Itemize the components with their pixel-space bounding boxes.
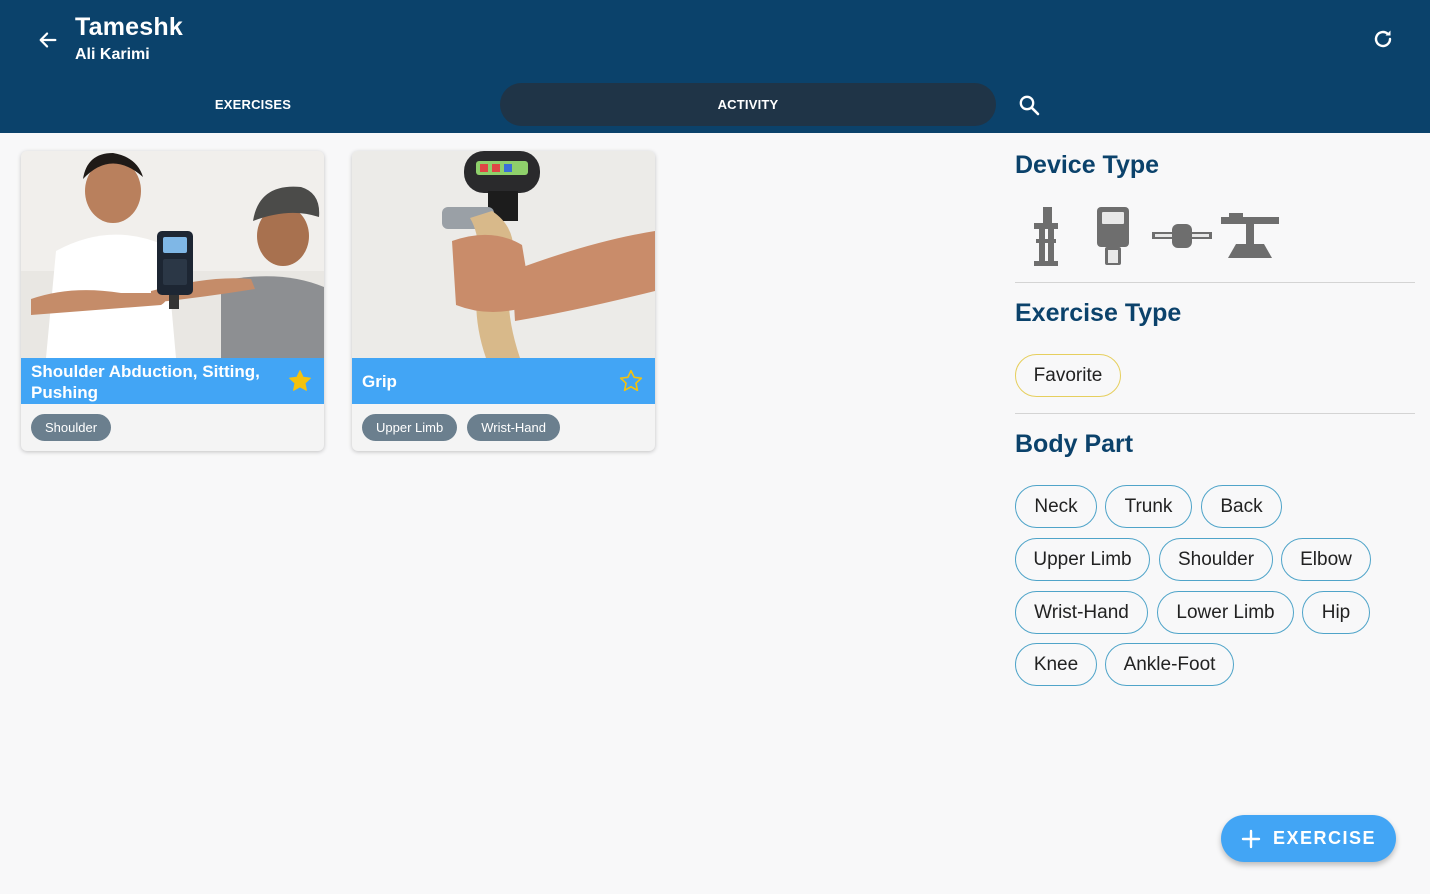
tab-activity[interactable]: ACTIVITY <box>500 83 996 126</box>
app-bar: Tameshk Ali Karimi <box>0 0 1430 76</box>
refresh-icon <box>1374 30 1392 48</box>
card-tags: Shoulder <box>31 414 112 441</box>
chip-neck[interactable]: Neck <box>1015 485 1097 528</box>
plus-icon <box>1241 829 1261 848</box>
card-label-bar: Shoulder Abduction, Sitting, Pushing <box>21 358 324 404</box>
body-part-title: Body Part <box>1015 430 1134 458</box>
chip-lower-limb[interactable]: Lower Limb <box>1157 591 1294 634</box>
chip-knee[interactable]: Knee <box>1015 643 1097 686</box>
tag-chip[interactable]: Wrist-Hand <box>467 414 560 441</box>
divider <box>1015 413 1415 414</box>
exercise-type-title: Exercise Type <box>1015 299 1182 327</box>
exercise-photo-grip <box>352 151 655 358</box>
chip-ankle-foot[interactable]: Ankle-Foot <box>1105 643 1234 686</box>
search-button[interactable] <box>1012 88 1046 122</box>
refresh-button[interactable] <box>1366 22 1400 56</box>
search-icon <box>1019 95 1040 116</box>
card-tags: Upper Limb Wrist-Hand <box>362 414 560 441</box>
add-exercise-button[interactable]: EXERCISE <box>1221 815 1396 862</box>
chip-elbow[interactable]: Elbow <box>1281 538 1371 581</box>
tag-chip[interactable]: Upper Limb <box>362 414 458 441</box>
card-label-bar: Grip <box>352 358 655 404</box>
exercise-photo-shoulder-abduction <box>21 151 324 358</box>
chip-trunk[interactable]: Trunk <box>1105 485 1192 528</box>
divider <box>1015 282 1415 283</box>
tag-chip[interactable]: Shoulder <box>31 414 112 441</box>
arrow-left-icon <box>39 32 57 48</box>
inline-load-cell-icon[interactable] <box>1150 203 1214 269</box>
card-title: Shoulder Abduction, Sitting, Pushing <box>31 362 260 402</box>
exercise-card[interactable]: Grip Upper Limb Wrist-Hand <box>352 151 655 451</box>
exercise-card[interactable]: Shoulder Abduction, Sitting, Pushing Sho… <box>21 151 324 451</box>
chip-wrist-hand[interactable]: Wrist-Hand <box>1015 591 1148 634</box>
card-title: Grip <box>362 372 397 391</box>
app-title: Tameshk <box>75 13 183 41</box>
star-outline-icon[interactable] <box>618 368 644 394</box>
chip-favorite[interactable]: Favorite <box>1015 354 1121 397</box>
tab-bar: EXERCISES ACTIVITY <box>0 76 1430 133</box>
back-button[interactable] <box>30 22 66 58</box>
chip-back[interactable]: Back <box>1201 485 1282 528</box>
device-type-title: Device Type <box>1015 151 1160 179</box>
chip-shoulder[interactable]: Shoulder <box>1159 538 1273 581</box>
handheld-dynamometer-icon[interactable] <box>1093 203 1133 269</box>
vertical-dynamometer-icon[interactable] <box>1025 203 1065 269</box>
chip-hip[interactable]: Hip <box>1302 591 1370 634</box>
app-subtitle: Ali Karimi <box>75 46 150 63</box>
star-filled-icon[interactable] <box>287 368 313 394</box>
tab-exercises[interactable]: EXERCISES <box>6 83 500 126</box>
add-exercise-label: EXERCISE <box>1272 828 1377 848</box>
platform-dynamometer-icon[interactable] <box>1218 203 1282 269</box>
chip-upper-limb[interactable]: Upper Limb <box>1015 538 1150 581</box>
